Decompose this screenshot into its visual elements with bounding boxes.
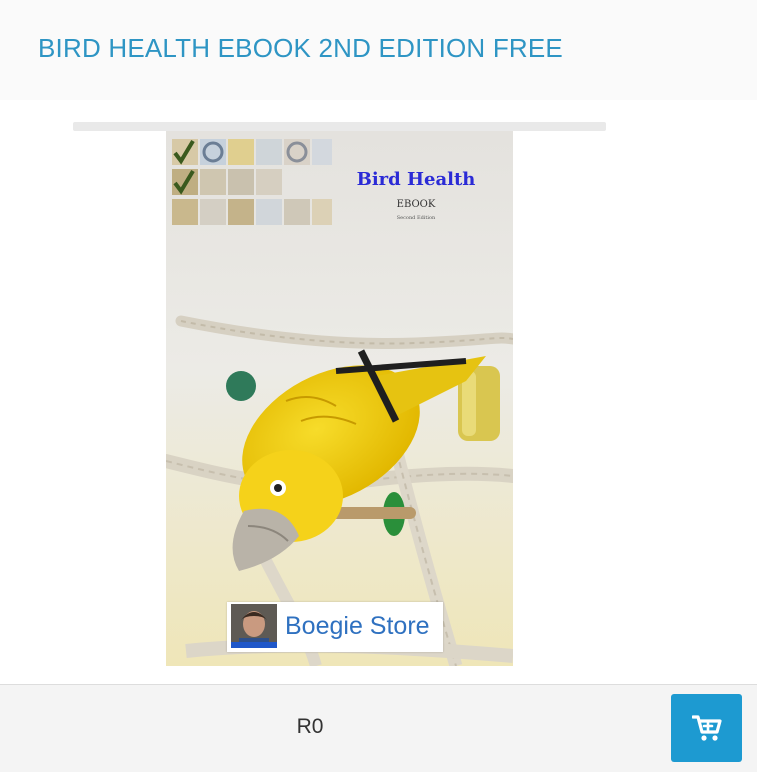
cover-subtitle: EBOOK [396, 199, 436, 210]
cover-title: Bird Health [356, 169, 476, 190]
add-to-cart-button[interactable] [671, 694, 742, 762]
cover-illustration [166, 131, 513, 666]
product-header: BIRD HEALTH EBOOK 2ND EDITION FREE [0, 0, 757, 100]
product-image[interactable]: Bird Health EBOOK Second Edition Boegie … [166, 131, 513, 666]
cover-edition: Second Edition [396, 215, 436, 221]
shopping-cart-icon [691, 715, 722, 741]
person-avatar-icon [231, 604, 277, 648]
product-footer: R0 [0, 684, 757, 772]
image-divider [73, 122, 606, 131]
product-title[interactable]: BIRD HEALTH EBOOK 2ND EDITION FREE [38, 33, 563, 64]
store-name: Boegie Store [285, 612, 430, 640]
store-avatar [231, 604, 277, 648]
product-price: R0 [296, 715, 324, 738]
store-badge: Boegie Store [227, 602, 443, 652]
